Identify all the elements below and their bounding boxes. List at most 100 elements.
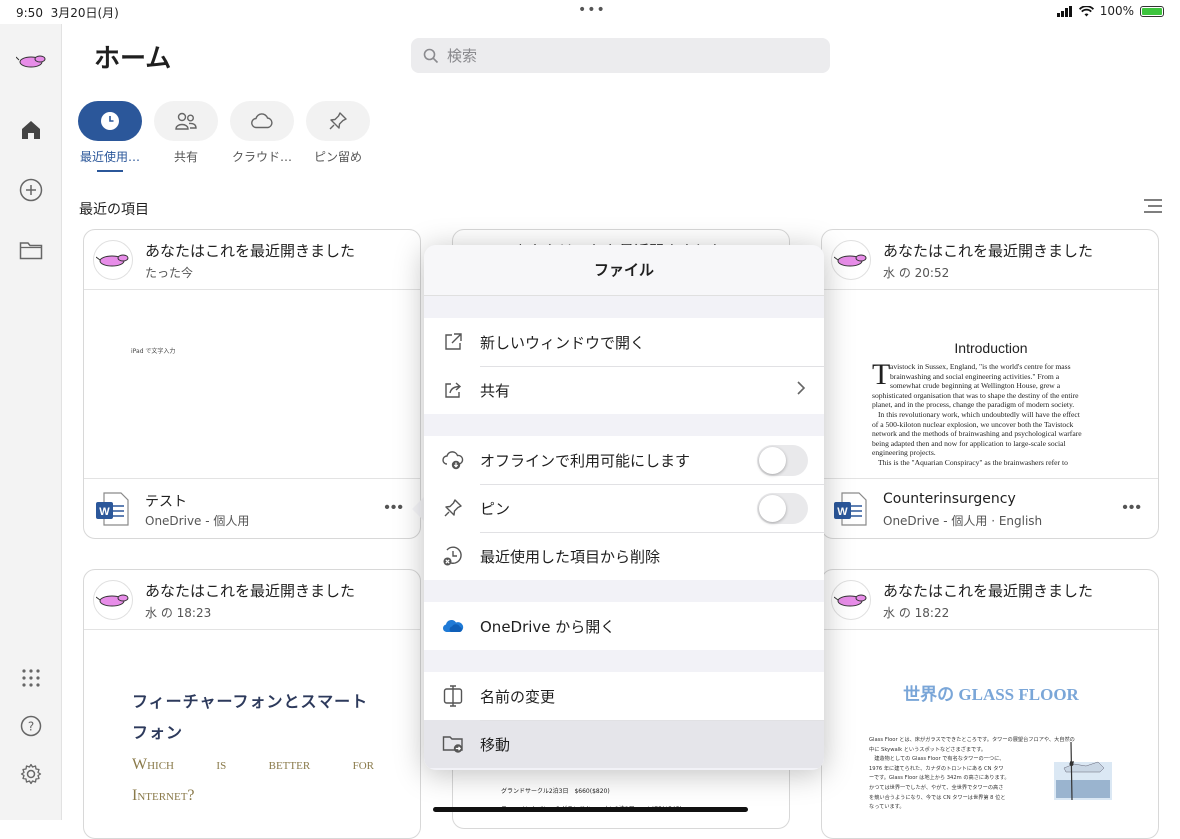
section-title: 最近の項目 (79, 202, 149, 218)
tab-label: ピン留め (313, 150, 362, 164)
status-bar: 9:50 3月20日(月) ••• 100% (0, 0, 1180, 24)
svg-text:W: W (837, 506, 848, 518)
multitasking-dots-icon[interactable]: ••• (578, 2, 606, 18)
menu-item-share[interactable]: 共有 (424, 366, 824, 414)
menu-item-label: OneDrive から開く (480, 617, 616, 636)
tab-active-indicator (97, 170, 123, 172)
popover-arrow (412, 497, 424, 521)
document-thumbnail: 世界の GLASS FLOOR Glass Floor とは、床がガラスでできた… (822, 630, 1158, 818)
add-icon[interactable] (16, 175, 46, 205)
wifi-icon (1078, 5, 1094, 16)
thumbnail-line: avistock in Sussex, England, "is the wor… (890, 362, 1071, 371)
thumbnail-line: engineering projects. (872, 448, 936, 458)
cloud-icon (251, 113, 273, 129)
menu-item-open-new-window[interactable]: 新しいウィンドウで開く (424, 318, 824, 366)
menu-item-label: 共有 (480, 381, 511, 400)
home-indicator[interactable] (433, 807, 748, 812)
word-file-icon: W (96, 492, 129, 526)
document-thumbnail: iPad で文字入力 (84, 290, 420, 478)
tab-label: クラウド… (231, 150, 292, 164)
help-icon[interactable]: ? (16, 711, 46, 741)
search-bar[interactable] (411, 38, 830, 73)
menu-item-pin[interactable]: ピン (424, 484, 824, 532)
people-icon (175, 112, 197, 130)
apps-icon[interactable] (16, 663, 46, 693)
menu-item-rename[interactable]: 名前の変更 (424, 672, 824, 720)
signal-icon (1056, 5, 1072, 17)
thumbnail-subtitle: Which is better for (132, 756, 374, 773)
menu-group: OneDrive から開く (424, 602, 824, 650)
rename-icon (441, 684, 465, 708)
file-card[interactable]: あなたはこれを最近開きました 水 の 20:52 Introduction T … (821, 229, 1159, 539)
menu-item-remove-recent[interactable]: 最近使用した項目から削除 (424, 532, 824, 580)
menu-item-offline[interactable]: オフラインで利用可能にします (424, 436, 824, 484)
card-time: 水 の 20:52 (883, 266, 950, 280)
thumbnail-line: sophisticated organisation that was to s… (872, 390, 1079, 400)
menu-group: オフラインで利用可能にします ピン 最近使用した項目から削除 (424, 436, 824, 580)
menu-item-open-onedrive[interactable]: OneDrive から開く (424, 602, 824, 650)
tab-cloud[interactable]: クラウド… (230, 101, 294, 172)
thumbnail-line: This is the "Aquarian Conspiracy" as the… (878, 457, 1068, 467)
popover-title: ファイル (424, 245, 824, 296)
pin-icon (441, 496, 465, 520)
tab-label: 最近使用… (79, 150, 140, 164)
document-thumbnail: グランドサークル2泊3日 $660($820) モニュメントバレー＆グランドキャ… (501, 783, 682, 819)
menu-item-move[interactable]: 移動 (424, 720, 824, 768)
thumbnail-body: Glass Floor とは、床がガラスでできたところです。タワーの展望台フロア… (869, 736, 1075, 813)
pin-toggle[interactable] (757, 493, 808, 524)
folder-icon[interactable] (16, 235, 46, 265)
status-time: 9:50 3月20日(月) (16, 6, 119, 20)
list-view-icon[interactable] (1144, 199, 1162, 218)
sidebar: ? (0, 24, 62, 820)
thumbnail-line: かつては世界一でしたが、やがて、全世界でタワーの高さ (869, 784, 1004, 791)
tab-label: 共有 (173, 150, 198, 164)
remove-recent-icon (441, 544, 465, 568)
tab-shared[interactable]: 共有 (154, 101, 218, 172)
thumbnail-line: なっています。 (869, 804, 905, 811)
settings-icon[interactable] (16, 759, 46, 789)
menu-group: 新しいウィンドウで開く 共有 (424, 318, 824, 414)
onedrive-icon (441, 614, 465, 638)
clock-icon (101, 112, 119, 130)
avatar (93, 580, 133, 620)
home-icon[interactable] (16, 115, 46, 145)
menu-item-label: 移動 (480, 735, 511, 754)
thumbnail-text: グランドサークル2泊3日 $660($820) (501, 788, 610, 795)
pin-icon (329, 112, 347, 130)
thumbnail-line: 1976 年に建てられた、カナダのトロントにある CN タワ (869, 765, 1004, 772)
card-time: たった今 (145, 266, 194, 280)
more-options-icon[interactable]: ••• (384, 499, 404, 517)
file-card[interactable]: あなたはこれを最近開きました たった今 iPad で文字入力 W テスト One… (83, 229, 421, 539)
search-input[interactable] (447, 46, 807, 65)
thumbnail-line: In this revolutionary work, which undoub… (878, 409, 1080, 419)
card-activity: あなたはこれを最近開きました (145, 242, 356, 260)
tab-recent[interactable]: 最近使用… (78, 101, 142, 172)
thumbnail-subtitle: Internet? (132, 787, 195, 804)
thumbnail-line: 建造物としての Glass Floor で有名なタワーの一つに、 (869, 756, 1005, 763)
battery-icon (1140, 5, 1164, 17)
card-activity: あなたはこれを最近開きました (883, 582, 1094, 600)
menu-item-label: ピン (480, 499, 511, 518)
avatar[interactable] (16, 46, 46, 76)
open-window-icon (441, 330, 465, 354)
file-card[interactable]: あなたはこれを最近開きました 水 の 18:22 世界の GLASS FLOOR… (821, 569, 1159, 839)
offline-cloud-icon (441, 448, 465, 472)
svg-text:?: ? (28, 720, 34, 734)
thumbnail-line: ーです。Glass Floor は地上から 342m の高さにあります。 (869, 775, 1010, 782)
thumbnail-text: iPad で文字入力 (131, 348, 176, 355)
document-thumbnail: フィーチャーフォンとスマート フォン Which is better for I… (84, 630, 420, 818)
thumbnail-line: somewhat crude beginning at Wellington H… (890, 381, 1061, 391)
offline-toggle[interactable] (757, 445, 808, 476)
move-folder-icon (441, 732, 465, 756)
file-card[interactable]: あなたはこれを最近開きました 水 の 18:23 フィーチャーフォンとスマート … (83, 569, 421, 839)
card-time: 水 の 18:22 (883, 606, 950, 620)
more-options-icon[interactable]: ••• (1122, 499, 1142, 517)
file-name: Counterinsurgency (883, 491, 1016, 507)
share-icon (441, 378, 465, 402)
thumbnail-title: フィーチャーフォンとスマート (132, 692, 369, 711)
thumbnail-line: network and the methods of brainwashing … (872, 429, 1082, 439)
file-context-menu: ファイル 新しいウィンドウで開く 共有 オフラインで利用可能にします ピン 最近… (424, 245, 824, 770)
tab-pinned[interactable]: ピン留め (306, 101, 370, 172)
menu-group: 名前の変更 移動 (424, 672, 824, 768)
file-name: テスト (145, 494, 187, 510)
